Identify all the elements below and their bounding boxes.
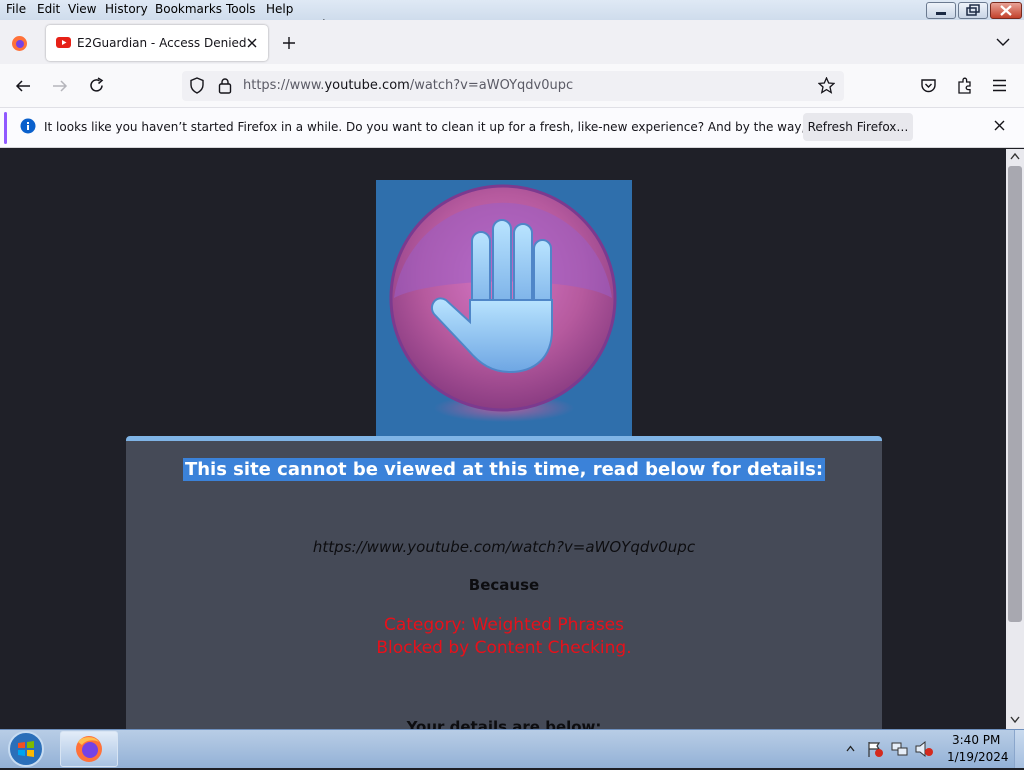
- hamburger-menu-icon[interactable]: [992, 79, 1007, 92]
- info-icon: [20, 118, 36, 134]
- menu-edit[interactable]: Edit: [37, 2, 60, 16]
- minimize-button[interactable]: [926, 2, 956, 19]
- menu-view[interactable]: View: [68, 2, 96, 16]
- network-icon[interactable]: [890, 740, 908, 758]
- back-icon[interactable]: [15, 78, 31, 94]
- volume-muted-icon[interactable]: [914, 740, 934, 758]
- menu-bookmarks[interactable]: Bookmarks: [155, 2, 222, 16]
- bookmark-star-icon[interactable]: [818, 77, 835, 94]
- notification-close-icon[interactable]: [994, 120, 1005, 131]
- forward-icon[interactable]: [52, 78, 68, 94]
- reload-icon[interactable]: [88, 77, 105, 94]
- pocket-icon[interactable]: [920, 77, 937, 94]
- tab-title: E2Guardian - Access Denied: [77, 36, 247, 50]
- firefox-icon: [76, 736, 102, 762]
- menu-tools[interactable]: Tools: [226, 2, 256, 16]
- menu-bar: File Edit View History Bookmarks Tools H…: [0, 0, 1024, 20]
- tracking-protection-icon[interactable]: [189, 77, 205, 94]
- page-headline: This site cannot be viewed at this time,…: [126, 458, 882, 481]
- new-tab-icon[interactable]: [282, 36, 296, 50]
- url-path: /watch?v=aWOYqdv0upc: [409, 78, 574, 93]
- refresh-firefox-button[interactable]: Refresh Firefox…: [803, 113, 913, 141]
- block-category: Category: Weighted Phrases: [383, 615, 625, 635]
- scroll-up-icon[interactable]: [1010, 152, 1020, 160]
- taskbar-firefox-button[interactable]: [60, 731, 118, 767]
- notification-message: It looks like you haven’t started Firefo…: [44, 120, 900, 134]
- menu-history[interactable]: History: [105, 2, 148, 16]
- show-desktop-button[interactable]: [1014, 730, 1024, 768]
- tab-close-icon[interactable]: [246, 37, 258, 49]
- headline-text: This site cannot be viewed at this time,…: [182, 458, 826, 481]
- scrollbar-thumb[interactable]: [1008, 166, 1022, 622]
- close-window-button[interactable]: [990, 2, 1022, 19]
- because-label: Because: [468, 576, 540, 594]
- url-text[interactable]: https://www.youtube.com/watch?v=aWOYqdv0…: [243, 78, 573, 93]
- firefox-view-icon[interactable]: [11, 35, 28, 52]
- url-domain: youtube.com: [324, 78, 410, 93]
- close-icon: [1000, 5, 1012, 16]
- menu-file[interactable]: File: [6, 2, 26, 16]
- menu-help[interactable]: Help: [266, 2, 293, 16]
- notification-accent: [4, 112, 7, 144]
- stop-hand-icon: [389, 184, 617, 422]
- scroll-down-icon[interactable]: [1010, 716, 1020, 724]
- extensions-icon[interactable]: [956, 77, 973, 94]
- youtube-icon: [56, 37, 71, 48]
- minimize-icon: [936, 12, 946, 15]
- lock-icon[interactable]: [218, 77, 232, 94]
- list-all-tabs-icon[interactable]: [996, 37, 1010, 47]
- action-center-flag-icon[interactable]: [866, 740, 884, 758]
- clock-date[interactable]: 1/19/2024: [947, 750, 1009, 764]
- stop-hand-image: [376, 180, 632, 436]
- restore-button[interactable]: [958, 2, 988, 19]
- start-button-icon[interactable]: [6, 730, 46, 768]
- block-reason: Blocked by Content Checking.: [376, 638, 632, 658]
- url-prefix: https://www.: [243, 78, 325, 93]
- blocked-url: https://www.youtube.com/watch?v=aWOYqdv0…: [312, 538, 696, 556]
- restore-icon: [966, 4, 980, 16]
- clock-time[interactable]: 3:40 PM: [952, 733, 1000, 747]
- show-hidden-icons-icon[interactable]: [846, 745, 855, 752]
